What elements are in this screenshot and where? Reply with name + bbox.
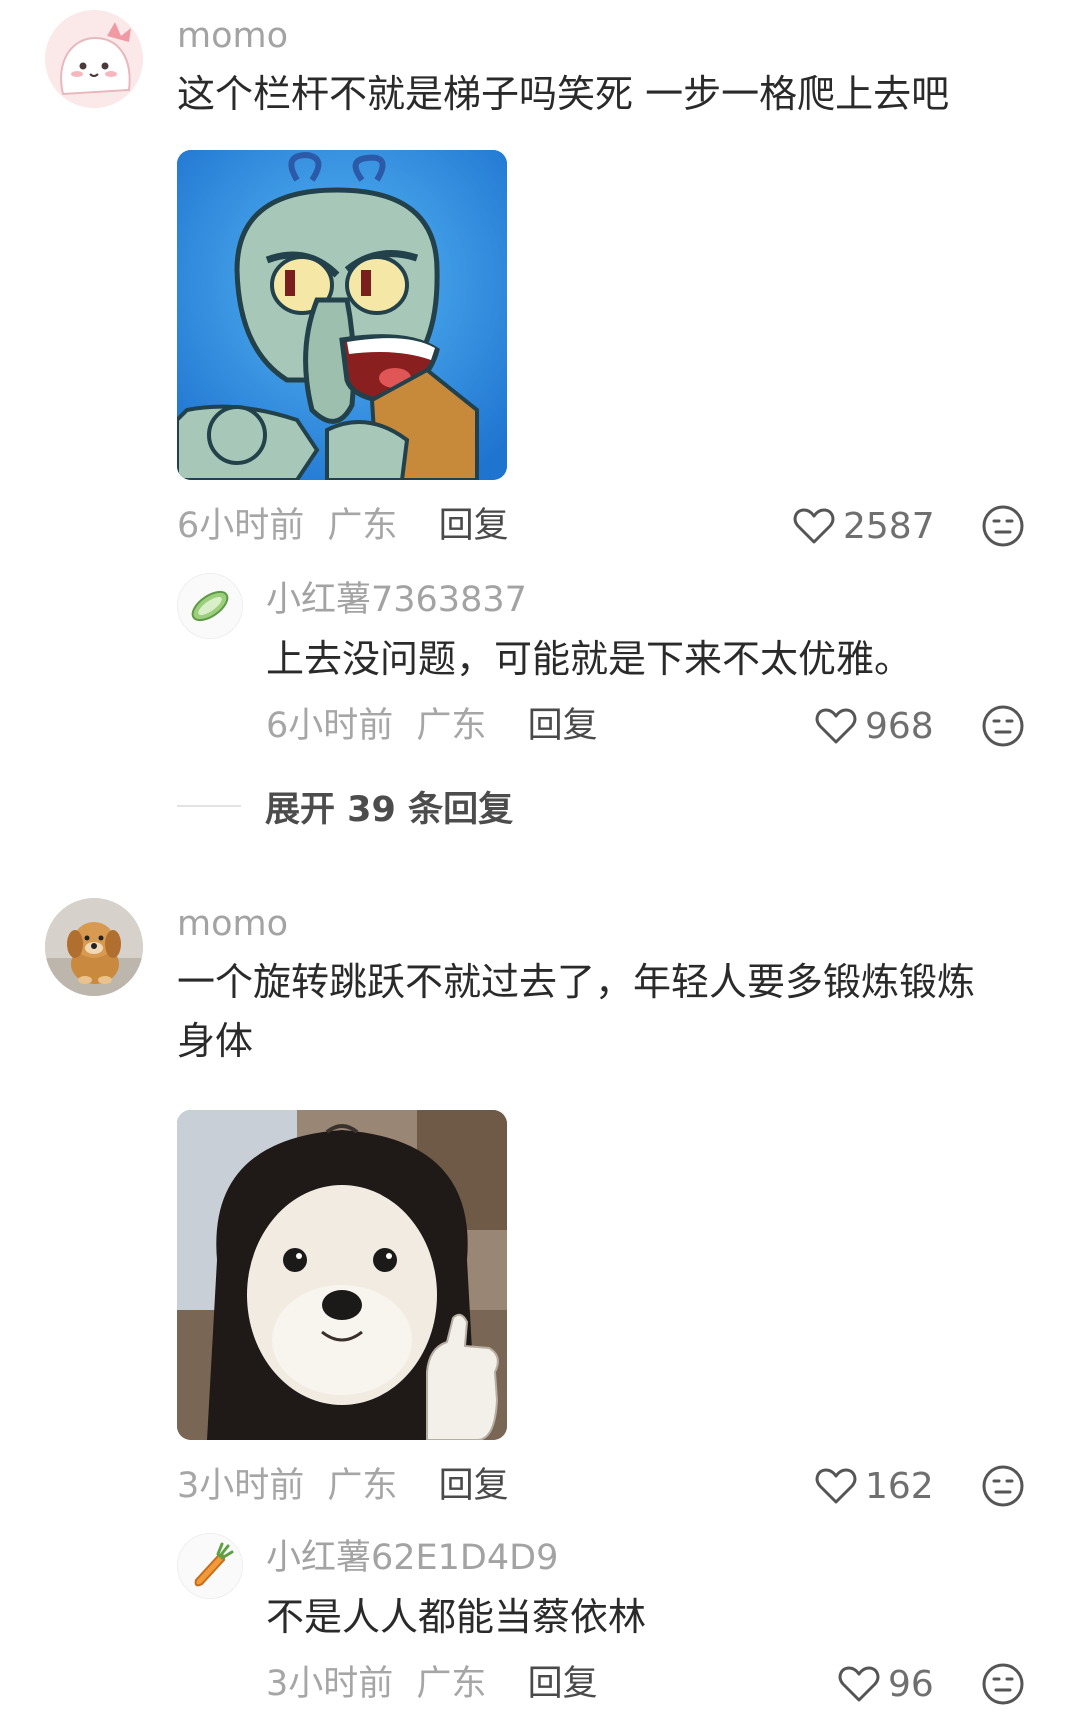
- carrot-avatar-icon: [178, 1534, 242, 1598]
- reply-avatar[interactable]: [177, 573, 243, 639]
- reply-location: 广东: [416, 1664, 487, 1704]
- reply-time: 6小时前: [266, 706, 394, 746]
- emoji-face-icon: [982, 505, 1024, 547]
- reply-username[interactable]: 小红薯62E1D4D9: [266, 1538, 558, 1578]
- reply-time: 3小时前: [266, 1664, 394, 1704]
- like-button[interactable]: 2587: [793, 504, 935, 548]
- pink-cartoon-avatar-icon: [45, 10, 143, 108]
- comment-item: momo 一个旋转跳跃不就过去了，年轻人要多锻炼锻炼 身体 3小时前 广东 回复…: [0, 860, 1080, 1718]
- comment-time: 6小时前: [177, 506, 305, 546]
- like-count: 162: [865, 1465, 934, 1507]
- expand-replies-button[interactable]: 展开 39 条回复: [177, 784, 513, 830]
- emoji-reaction-button[interactable]: [981, 704, 1025, 748]
- dog-with-wig-meme-image: [177, 1110, 507, 1440]
- heart-outline-icon: [815, 708, 857, 744]
- reply-text: 不是人人都能当蔡依林: [266, 1595, 647, 1639]
- comment-location: 广东: [327, 506, 398, 546]
- comment-meta: 6小时前 广东 回复: [177, 506, 509, 546]
- comment-time: 3小时前: [177, 1466, 305, 1506]
- reply-button[interactable]: 回复: [439, 506, 509, 546]
- like-count: 2587: [843, 505, 935, 547]
- comment-text: 这个栏杆不就是梯子吗笑死 一步一格爬上去吧: [177, 72, 950, 116]
- reply-meta: 6小时前 广东 回复: [266, 706, 598, 746]
- comment-item: momo 这个栏杆不就是梯子吗笑死 一步一格爬上去吧 6小时前 广东 回复 25…: [0, 0, 1080, 860]
- comment-image[interactable]: [177, 150, 507, 480]
- emoji-face-icon: [982, 1663, 1024, 1705]
- emoji-face-icon: [982, 705, 1024, 747]
- emoji-reaction-button[interactable]: [981, 1662, 1025, 1706]
- like-count: 968: [865, 705, 934, 747]
- user-avatar[interactable]: [45, 898, 143, 996]
- reply-meta: 3小时前 广东 回复: [266, 1664, 598, 1704]
- comment-username[interactable]: momo: [177, 16, 288, 56]
- cucumber-avatar-icon: [178, 574, 242, 638]
- heart-outline-icon: [815, 1468, 857, 1504]
- emoji-reaction-button[interactable]: [981, 1464, 1025, 1508]
- emoji-reaction-button[interactable]: [981, 504, 1025, 548]
- comment-text: 一个旋转跳跃不就过去了，年轻人要多锻炼锻炼: [177, 960, 976, 1004]
- reply-username[interactable]: 小红薯7363837: [266, 580, 527, 620]
- reply-button[interactable]: 回复: [439, 1466, 509, 1506]
- expand-replies-label: 展开 39 条回复: [265, 789, 514, 830]
- comment-image[interactable]: [177, 1110, 507, 1440]
- emoji-face-icon: [982, 1465, 1024, 1507]
- reply-button[interactable]: 回复: [528, 1664, 598, 1704]
- reply-button[interactable]: 回复: [528, 706, 598, 746]
- like-button[interactable]: 968: [815, 704, 934, 748]
- expand-divider: [177, 805, 241, 807]
- reply-text: 上去没问题，可能就是下来不太优雅。: [266, 637, 913, 681]
- like-count: 96: [888, 1663, 934, 1705]
- squidward-meme-image: [177, 150, 507, 480]
- comment-location: 广东: [327, 1466, 398, 1506]
- heart-outline-icon: [838, 1666, 880, 1702]
- puppy-avatar-icon: [45, 898, 143, 996]
- comment-meta: 3小时前 广东 回复: [177, 1466, 509, 1506]
- reply-location: 广东: [416, 706, 487, 746]
- like-button[interactable]: 162: [815, 1464, 934, 1508]
- comment-username[interactable]: momo: [177, 904, 288, 944]
- reply-avatar[interactable]: [177, 1533, 243, 1599]
- heart-outline-icon: [793, 508, 835, 544]
- user-avatar[interactable]: [45, 10, 143, 108]
- like-button[interactable]: 96: [838, 1662, 934, 1706]
- comment-text-line-2: 身体: [177, 1019, 254, 1063]
